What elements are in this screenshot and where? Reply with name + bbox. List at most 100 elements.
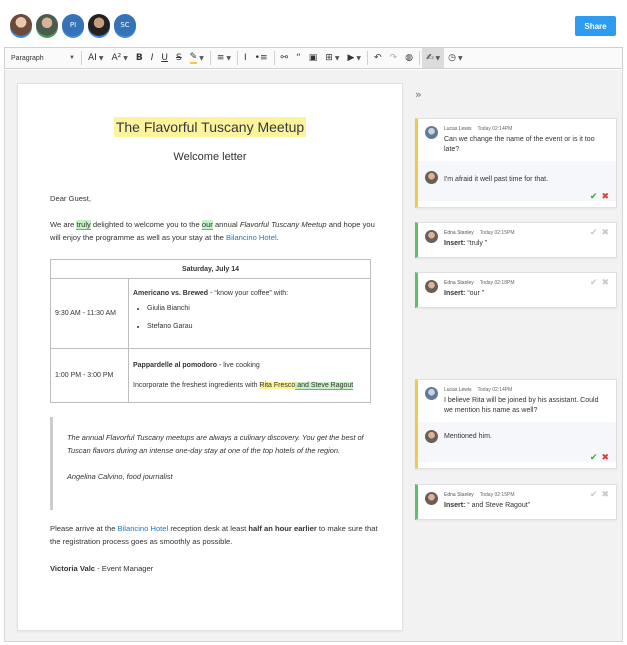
avatar[interactable] (88, 14, 110, 36)
font-family-dropdown[interactable]: A² ▼ (107, 48, 131, 68)
numbered-list-button[interactable]: Ⅰ (240, 48, 251, 68)
reject-cross-icon[interactable]: ✖ (601, 192, 609, 202)
comment: Lucas Lewis Today 02:14PM Can we change t… (418, 119, 616, 161)
avatar (425, 280, 438, 293)
track-changes-icon: ✍ (425, 53, 434, 63)
paragraph-style-label: Paragraph (11, 54, 44, 62)
text-run: annual (212, 220, 240, 229)
alignment-dropdown[interactable]: ≡ ▼ (213, 48, 235, 68)
document-subtitle: Welcome letter (173, 151, 247, 163)
toolbar-divider (273, 51, 275, 65)
intro-paragraph: We are truly delighted to welcome you to… (50, 218, 380, 244)
bulleted-list-icon: •≡ (254, 53, 268, 63)
undo-button[interactable]: ↶ (370, 48, 386, 68)
track-changes-dropdown[interactable]: ✍ ▼ (421, 48, 445, 68)
revision-history-dropdown[interactable]: ◷ ▼ (444, 48, 466, 68)
text-run: delighted to welcome you to the (90, 220, 202, 229)
suggestion-thread[interactable]: Edna Stanley Today 02:15PM Insert: “ and … (415, 484, 617, 520)
suggestion-text: Insert: “ and Steve Ragout” (444, 501, 608, 511)
table-icon: ⊞ (325, 53, 333, 63)
suggestion-actions: ✔ ✖ (590, 228, 609, 238)
comment-author: Lucas Lewis (444, 387, 472, 393)
chevron-down-icon: ▼ (457, 54, 463, 62)
event-description: - live cooking (217, 361, 260, 369)
reject-cross-icon[interactable]: ✖ (601, 228, 609, 238)
avatar (425, 126, 438, 139)
hotel-link[interactable]: Bilancino Hotel (226, 233, 277, 242)
chevron-down-icon: ▼ (356, 54, 361, 62)
comment-text: I'm afraid it well past time for that. (444, 176, 549, 183)
comment-time: Today 02:18PM (479, 280, 515, 286)
italic-icon: I (150, 53, 154, 63)
accept-check-icon[interactable]: ✔ (590, 278, 598, 288)
comment-author: Edna Stanley (444, 280, 474, 286)
sidebar-toggle-icon[interactable]: » (415, 88, 422, 101)
image-icon: ▣ (308, 53, 318, 63)
people-list: Giulia Bianchi Stefano Garau (147, 303, 366, 333)
undo-icon: ↶ (373, 53, 382, 63)
insert-media-dropdown[interactable]: ▶ ▼ (343, 48, 365, 68)
bulleted-list-button[interactable]: •≡ (251, 48, 272, 68)
media-icon: ▶ (347, 53, 355, 63)
reject-cross-icon[interactable]: ✖ (601, 453, 609, 463)
table-header: Saturday, July 14 (50, 259, 371, 279)
font-size-dropdown[interactable]: AI ▼ (84, 48, 107, 68)
numbered-list-icon: Ⅰ (244, 53, 247, 63)
suggestion-thread[interactable]: Edna Stanley Today 02:18PM Insert: “our ”… (415, 272, 617, 308)
avatar[interactable]: SC (114, 14, 136, 36)
reject-cross-icon[interactable]: ✖ (601, 278, 609, 288)
accept-check-icon[interactable]: ✔ (590, 453, 598, 463)
chevron-down-icon: ▼ (98, 54, 104, 62)
italic-button[interactable]: I (147, 48, 158, 68)
insert-image-button[interactable]: ▣ (305, 48, 322, 68)
redo-button[interactable]: ↷ (386, 48, 402, 68)
top-bar: PI SC Share (0, 0, 627, 46)
document-title-text: The Flavorful Tuscany Meetup (113, 117, 307, 137)
document-page[interactable]: The Flavorful Tuscany Meetup Welcome let… (17, 83, 403, 631)
avatar[interactable]: PI (62, 14, 84, 36)
avatar (425, 171, 438, 184)
block-quote-button[interactable]: “ (292, 48, 305, 68)
text-run: We are (50, 220, 77, 229)
text-run: . (276, 233, 279, 242)
list-item: Stefano Garau (147, 321, 366, 333)
avatar[interactable] (10, 14, 32, 36)
comment-highlight[interactable]: Rita Fresco (259, 381, 296, 389)
document-title: The Flavorful Tuscany Meetup (18, 117, 402, 137)
avatar (425, 387, 438, 400)
reject-cross-icon[interactable]: ✖ (601, 490, 609, 500)
accept-check-icon[interactable]: ✔ (590, 192, 598, 202)
comment-meta: Lucas Lewis Today 02:14PM (444, 387, 608, 393)
comment-thread[interactable]: Lucas Lewis Today 02:14PM Can we change t… (415, 118, 617, 208)
suggestion-thread[interactable]: Edna Stanley Today 02:15PM Insert: “truly… (415, 222, 617, 258)
suggestion-insert[interactable]: our (201, 220, 213, 230)
table-row: 1:00 PM - 3:00 PM Pappardelle al pomodor… (50, 348, 371, 403)
comment-author: Lucas Lewis (444, 126, 472, 132)
insert-table-dropdown[interactable]: ⊞ ▼ (321, 48, 343, 68)
comment-button[interactable]: ◍ (401, 48, 417, 68)
highlight-dropdown[interactable]: ✎ ▼ (186, 48, 208, 68)
accept-check-icon[interactable]: ✔ (590, 490, 598, 500)
suggestion-insert[interactable]: and Steve Ragout (295, 381, 354, 390)
signature-name: Victoria Valc (50, 564, 96, 573)
toolbar-divider (237, 51, 239, 65)
suggestion-insert[interactable]: truly (76, 220, 91, 230)
comment-author: Edna Stanley (444, 230, 474, 236)
link-button[interactable]: ⚯ (277, 48, 293, 68)
share-button[interactable]: Share (575, 16, 616, 36)
event-detail: Incorporate the freshest ingredients wit… (133, 380, 366, 392)
signature: Victoria Valc - Event Manager (50, 562, 380, 575)
hotel-link[interactable]: Bilancino Hotel (118, 524, 169, 533)
bold-button[interactable]: B (132, 48, 147, 68)
avatar[interactable] (36, 14, 58, 36)
comment-thread[interactable]: Lucas Lewis Today 02:14PM I believe Rita … (415, 379, 617, 469)
comment-meta: Edna Stanley Today 02:15PM (444, 230, 608, 236)
accept-check-icon[interactable]: ✔ (590, 228, 598, 238)
suggestion-label: Insert: (444, 290, 466, 297)
strikethrough-button[interactable]: S (172, 48, 186, 68)
paragraph-style-dropdown[interactable]: Paragraph ▼ (5, 48, 79, 68)
underline-button[interactable]: U (157, 48, 172, 68)
highlight-icon: ✎ (189, 52, 198, 64)
chevron-down-icon: ▼ (199, 54, 204, 62)
comment-text: Can we change the name of the event or i… (444, 136, 595, 153)
